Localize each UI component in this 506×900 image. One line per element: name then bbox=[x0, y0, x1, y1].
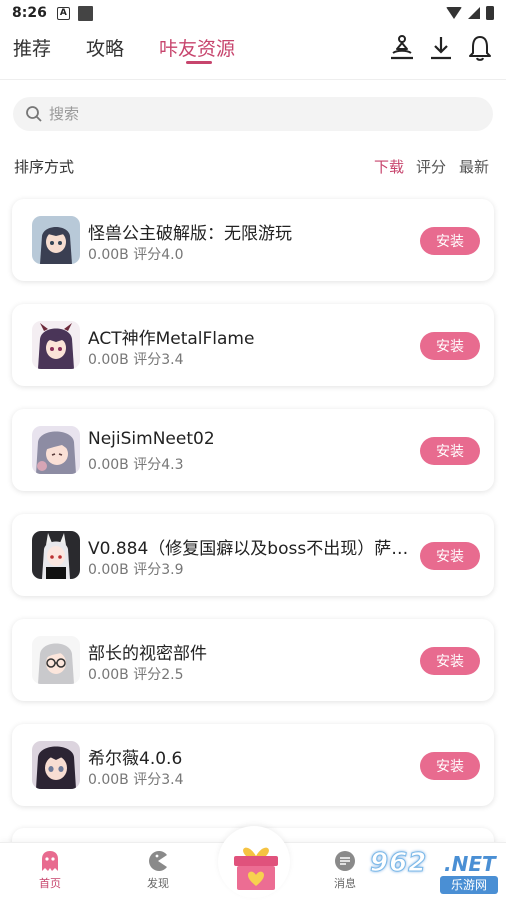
bottom-nav-label: 发现 bbox=[147, 877, 169, 890]
app-name: V0.884（修复国癖以及boss不出现）萨卡萨卡 bbox=[88, 539, 418, 559]
download-icon[interactable] bbox=[427, 34, 455, 62]
watermark-suffix: .NET bbox=[444, 852, 496, 876]
search-icon bbox=[26, 106, 42, 122]
app-meta: 0.00B 评分3.4 bbox=[88, 772, 184, 788]
list-item[interactable]: 希尔薇4.0.6 0.00B 评分3.4 安装 bbox=[12, 724, 494, 806]
app-avatar bbox=[32, 741, 80, 789]
app-name: NejiSimNeet02 bbox=[88, 429, 215, 449]
status-time: 8:26 bbox=[12, 5, 47, 21]
app-avatar bbox=[32, 426, 80, 474]
tab-guides[interactable]: 攻略 bbox=[86, 34, 124, 61]
app-avatar bbox=[32, 321, 80, 369]
watermark-main: 962 bbox=[369, 848, 428, 879]
list-item[interactable]: ACT神作MetalFlame 0.00B 评分3.4 安装 bbox=[12, 304, 494, 386]
active-tab-indicator bbox=[186, 61, 212, 64]
bottom-nav-discover[interactable]: 发现 bbox=[128, 849, 188, 891]
bottom-nav-label: 首页 bbox=[39, 877, 61, 890]
app-avatar bbox=[32, 531, 80, 579]
wifi-icon bbox=[446, 7, 462, 19]
app-meta: 0.00B 评分4.3 bbox=[88, 457, 184, 473]
app-avatar bbox=[32, 216, 80, 264]
install-button[interactable]: 安装 bbox=[420, 752, 480, 780]
gift-icon[interactable] bbox=[228, 838, 284, 894]
app-name: 希尔薇4.0.6 bbox=[88, 749, 183, 769]
install-button[interactable]: 安装 bbox=[420, 437, 480, 465]
list-item[interactable]: 怪兽公主破解版：无限游玩 0.00B 评分4.0 安装 bbox=[12, 199, 494, 281]
sort-by-downloads[interactable]: 下载 bbox=[374, 156, 404, 177]
ghost-icon bbox=[42, 851, 58, 871]
a-notification-icon: A bbox=[56, 6, 70, 20]
game-icon[interactable] bbox=[388, 34, 416, 62]
message-icon bbox=[335, 851, 355, 871]
bottom-nav-label: 消息 bbox=[334, 877, 356, 890]
tab-recommend[interactable]: 推荐 bbox=[13, 34, 51, 61]
list-item[interactable]: V0.884（修复国癖以及boss不出现）萨卡萨卡 0.00B 评分3.9 安装 bbox=[12, 514, 494, 596]
square-notification-icon bbox=[77, 5, 93, 21]
search-bar[interactable] bbox=[13, 97, 493, 131]
app-meta: 0.00B 评分2.5 bbox=[88, 667, 184, 683]
bottom-nav-home[interactable]: 首页 bbox=[20, 849, 80, 891]
list-item[interactable]: NejiSimNeet02 0.00B 评分4.3 安装 bbox=[12, 409, 494, 491]
battery-icon bbox=[486, 6, 494, 20]
list-item[interactable]: 部长的视密部件 0.00B 评分2.5 安装 bbox=[12, 619, 494, 701]
bell-icon[interactable] bbox=[466, 34, 494, 62]
pacman-icon bbox=[149, 851, 167, 871]
sort-by-newest[interactable]: 最新 bbox=[459, 156, 489, 177]
install-button[interactable]: 安装 bbox=[420, 332, 480, 360]
app-name: 部长的视密部件 bbox=[88, 644, 207, 664]
app-name: ACT神作MetalFlame bbox=[88, 329, 255, 349]
site-watermark: 962 .NET 乐游网 bbox=[366, 848, 502, 898]
top-nav: 推荐 攻略 咔友资源 bbox=[0, 28, 506, 80]
signal-icon bbox=[468, 7, 480, 19]
sort-row: 排序方式 下载 评分 最新 bbox=[14, 156, 492, 178]
install-button[interactable]: 安装 bbox=[420, 227, 480, 255]
search-input[interactable] bbox=[49, 105, 449, 123]
app-meta: 0.00B 评分3.4 bbox=[88, 352, 184, 368]
sort-label: 排序方式 bbox=[14, 158, 75, 176]
watermark-sub: 乐游网 bbox=[440, 876, 498, 894]
app-avatar bbox=[32, 636, 80, 684]
status-bar: 8:26 A bbox=[0, 0, 506, 26]
sort-by-rating[interactable]: 评分 bbox=[416, 156, 446, 177]
install-button[interactable]: 安装 bbox=[420, 647, 480, 675]
app-name: 怪兽公主破解版：无限游玩 bbox=[88, 224, 292, 244]
install-button[interactable]: 安装 bbox=[420, 542, 480, 570]
app-meta: 0.00B 评分4.0 bbox=[88, 247, 184, 263]
tab-resources[interactable]: 咔友资源 bbox=[159, 34, 235, 61]
app-meta: 0.00B 评分3.9 bbox=[88, 562, 184, 578]
